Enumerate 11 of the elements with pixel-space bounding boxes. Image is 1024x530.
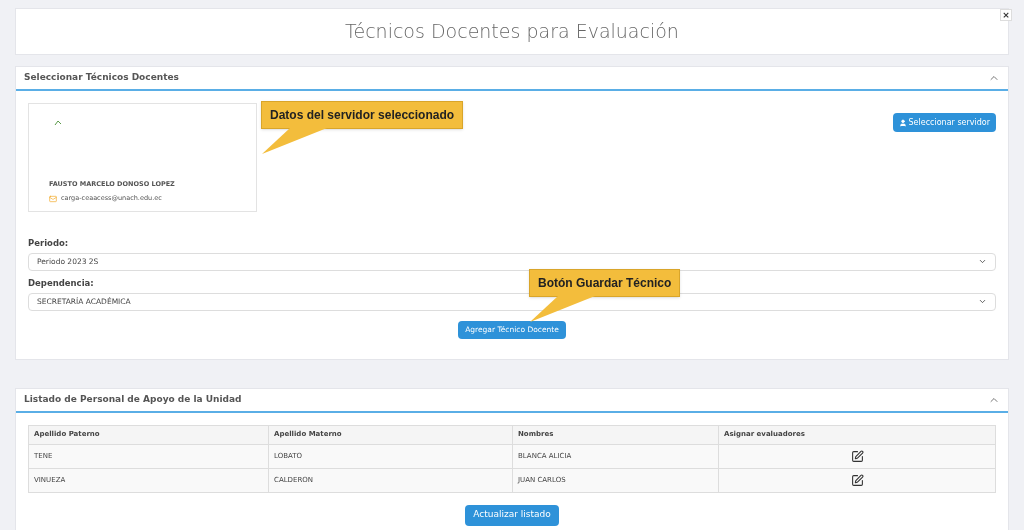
edit-icon[interactable] [850, 449, 864, 463]
field-label: Periodo: [28, 237, 69, 250]
dropdown-icon [978, 297, 987, 306]
page-title: Técnicos Docentes para Evaluación [345, 19, 679, 45]
panel-title: Listado de Personal de Apoyo de la Unidad [24, 392, 242, 406]
user-icon [898, 118, 907, 127]
panel-title: Seleccionar Técnicos Docentes [24, 71, 179, 85]
mail-icon [49, 194, 57, 203]
close-button[interactable]: × [1000, 9, 1012, 21]
edit-icon[interactable] [850, 473, 864, 487]
field-label: Dependencia: [28, 276, 94, 290]
